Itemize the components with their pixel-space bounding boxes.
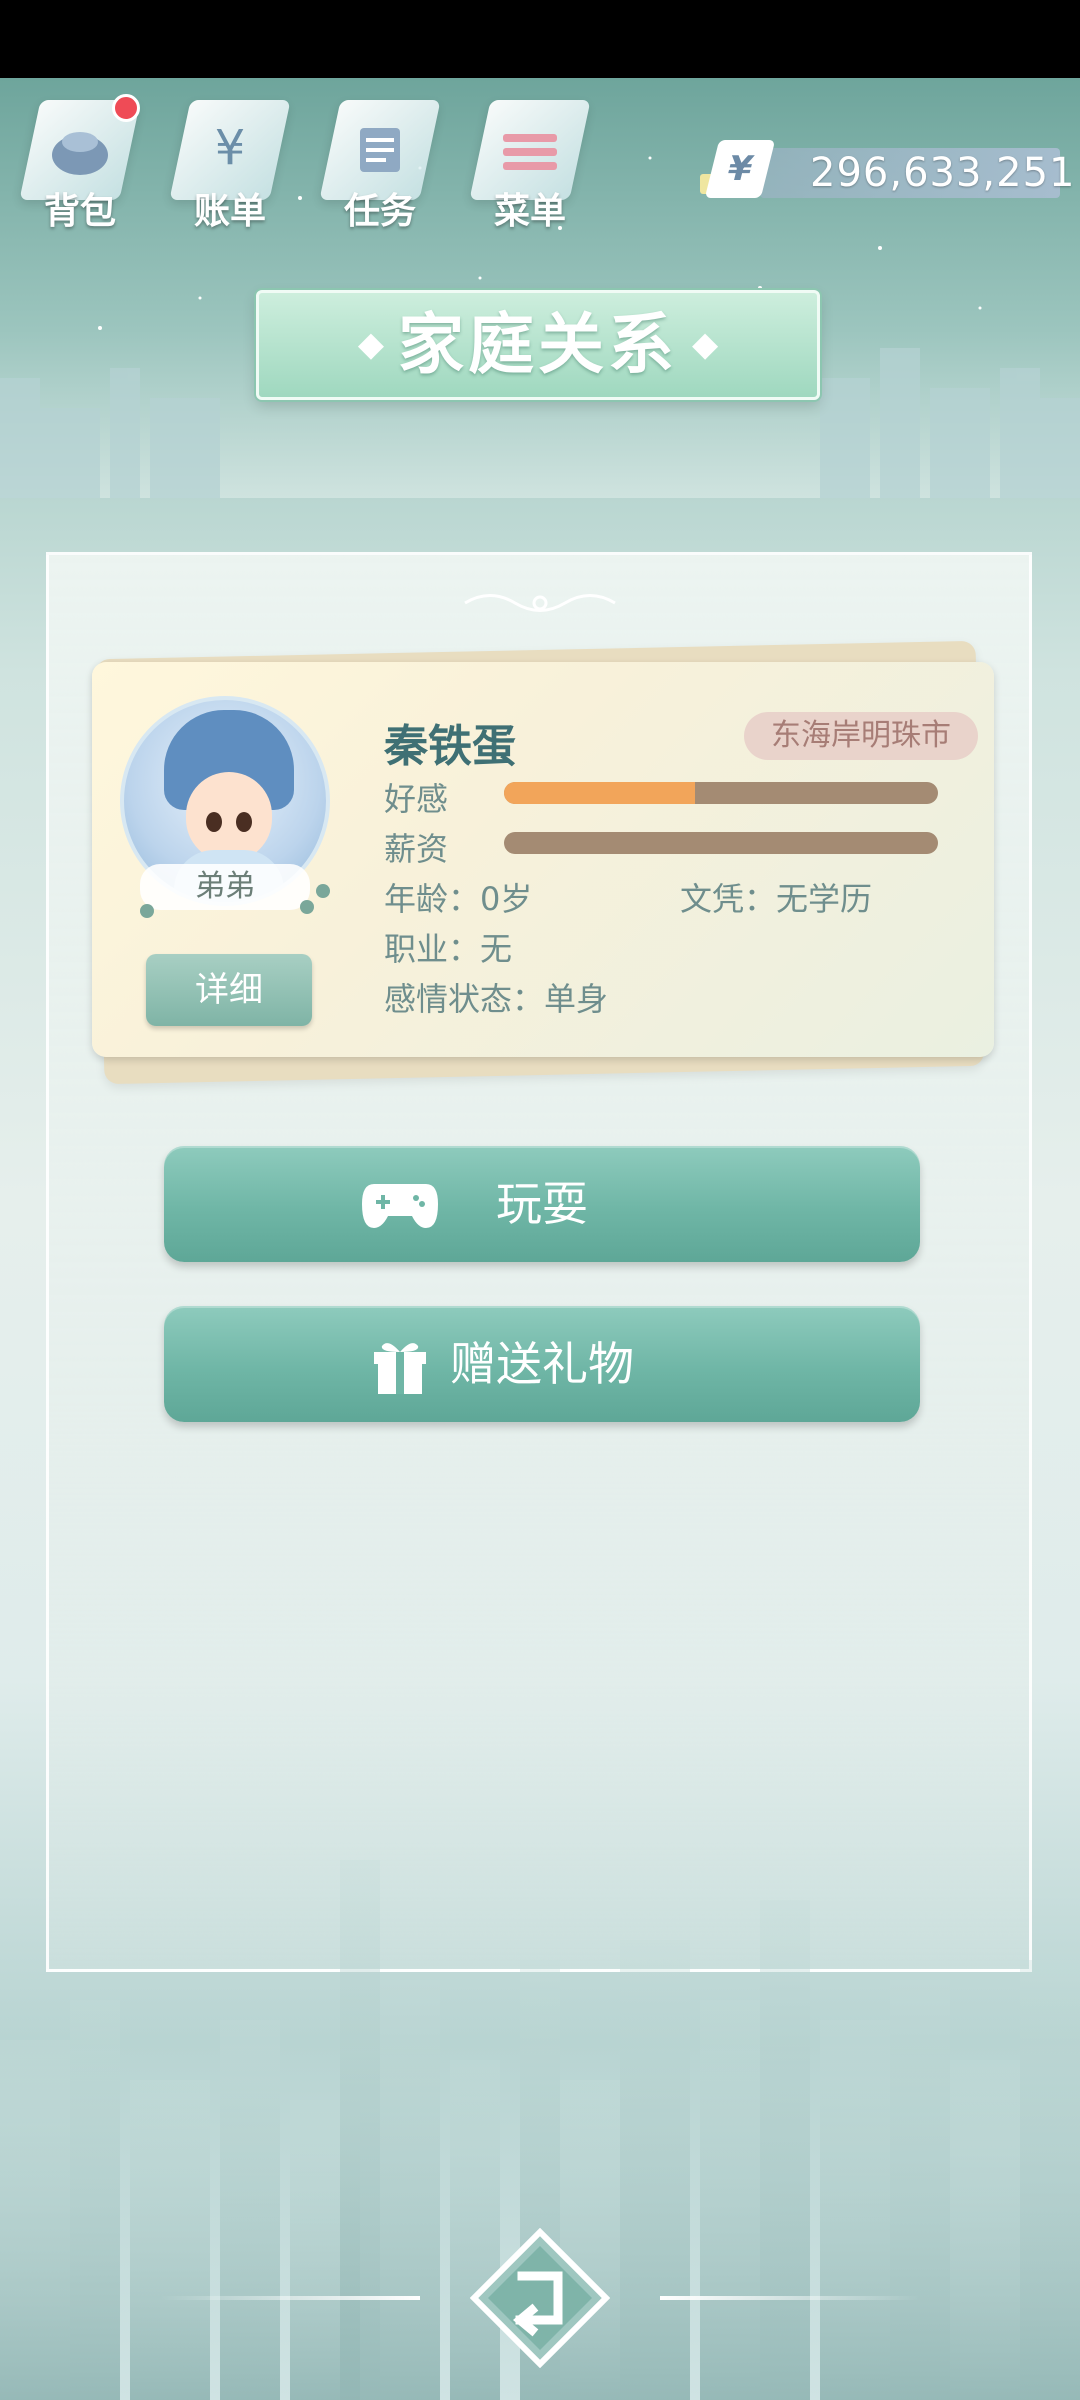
location-tag: 东海岸明珠市 [744, 712, 978, 760]
back-button[interactable] [470, 2228, 610, 2368]
page-title: 家庭关系 [398, 305, 678, 383]
nav-menu-label: 菜单 [493, 191, 566, 232]
bill-icon: ¥ [214, 120, 246, 176]
play-button[interactable]: 玩耍 [164, 1146, 920, 1262]
decor-line-left [160, 2296, 420, 2300]
character-name: 秦铁蛋 [384, 721, 516, 772]
favor-bar [504, 782, 938, 804]
diamond-icon: ◆ [357, 324, 384, 365]
leaf-decoration [140, 904, 154, 918]
detail-button[interactable]: 详细 [146, 954, 312, 1026]
leaf-decoration [300, 900, 314, 914]
currency-value: 296,633,251 [810, 150, 1076, 196]
favor-bar-fill [504, 782, 695, 804]
nav-task-label: 任务 [343, 191, 416, 232]
status-bar [0, 0, 1080, 78]
job-text: 职业：无 [384, 930, 513, 968]
nav-bill[interactable]: ¥ 账单 [169, 90, 291, 240]
play-label: 玩耍 [496, 1177, 588, 1231]
page-title-banner: ◆ 家庭关系 ◆ [256, 290, 820, 400]
nav-task[interactable]: 任务 [319, 90, 441, 240]
flourish-ornament [464, 594, 616, 612]
salary-bar [504, 832, 938, 854]
nav-backpack[interactable]: 背包 [19, 90, 141, 240]
decor-line-right [660, 2296, 920, 2300]
age-text: 年龄：0岁 [384, 880, 533, 918]
diamond-icon: ◆ [692, 324, 719, 365]
relationship-text: 感情状态：单身 [384, 980, 609, 1018]
gift-button[interactable]: 赠送礼物 [164, 1306, 920, 1422]
favor-label: 好感 [384, 780, 449, 818]
notification-badge [112, 94, 140, 122]
nav-menu[interactable]: 菜单 [469, 90, 591, 240]
relation-tag: 弟弟 [140, 864, 310, 910]
nav-backpack-label: 背包 [43, 191, 116, 232]
currency-display: ¥ 296,633,251 [700, 140, 1074, 202]
salary-label: 薪资 [384, 830, 449, 868]
education-text: 文凭：无学历 [680, 880, 873, 918]
nav-bill-label: 账单 [193, 191, 266, 232]
leaf-decoration [316, 884, 330, 898]
gift-label: 赠送礼物 [450, 1337, 634, 1391]
